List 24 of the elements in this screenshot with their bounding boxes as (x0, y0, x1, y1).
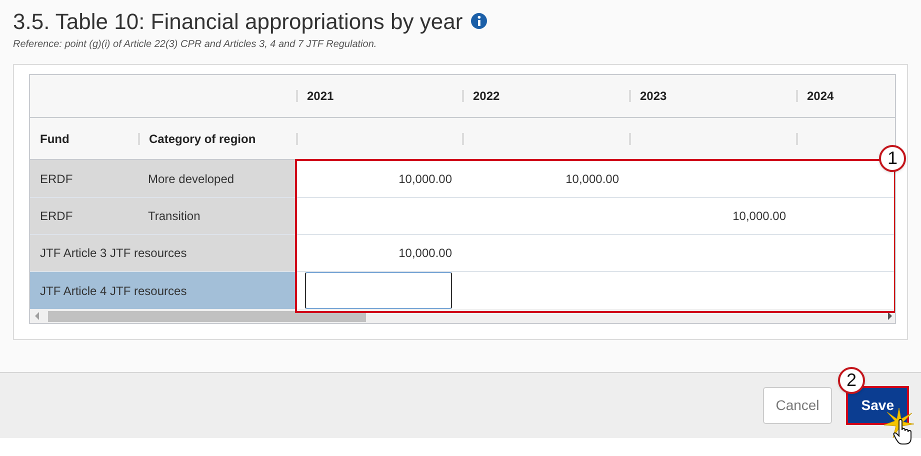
info-icon[interactable] (470, 13, 487, 29)
scrollbar-thumb[interactable] (48, 310, 366, 322)
amount-input[interactable] (305, 272, 452, 309)
reference-note: Reference: point (g)(i) of Article 22(3) CPR and Articles 3, 4 and 7 JTF Regulation. (13, 38, 378, 52)
horizontal-scrollbar[interactable] (30, 309, 895, 323)
section-title: 3.5. Table 10: Financial appropriations by year (13, 8, 463, 36)
scroll-right-icon[interactable] (887, 312, 893, 320)
amount-text: 10,000.00 (566, 170, 619, 188)
column-header: 2022 (473, 88, 500, 105)
column-header: 2023 (640, 88, 667, 105)
category-cell: More developed (138, 160, 296, 197)
category-cell: Transition (138, 198, 296, 234)
fund-cell: ERDF (30, 198, 138, 234)
column-header: Fund (40, 130, 70, 148)
cancel-button[interactable]: Cancel (762, 387, 832, 424)
column-header: 2024 (807, 88, 834, 105)
column-header: Category of region (149, 130, 256, 148)
amount-text: 10,000.00 (398, 170, 452, 188)
amount-text: 10,000.00 (732, 208, 786, 225)
amount-text: 10,000.00 (398, 245, 452, 262)
fund-cell: JTF Article 4 JTF resources (30, 272, 296, 309)
fund-cell: JTF Article 3 JTF resources (30, 235, 296, 271)
column-header: 2021 (307, 88, 334, 105)
fund-cell: ERDF (30, 160, 138, 197)
